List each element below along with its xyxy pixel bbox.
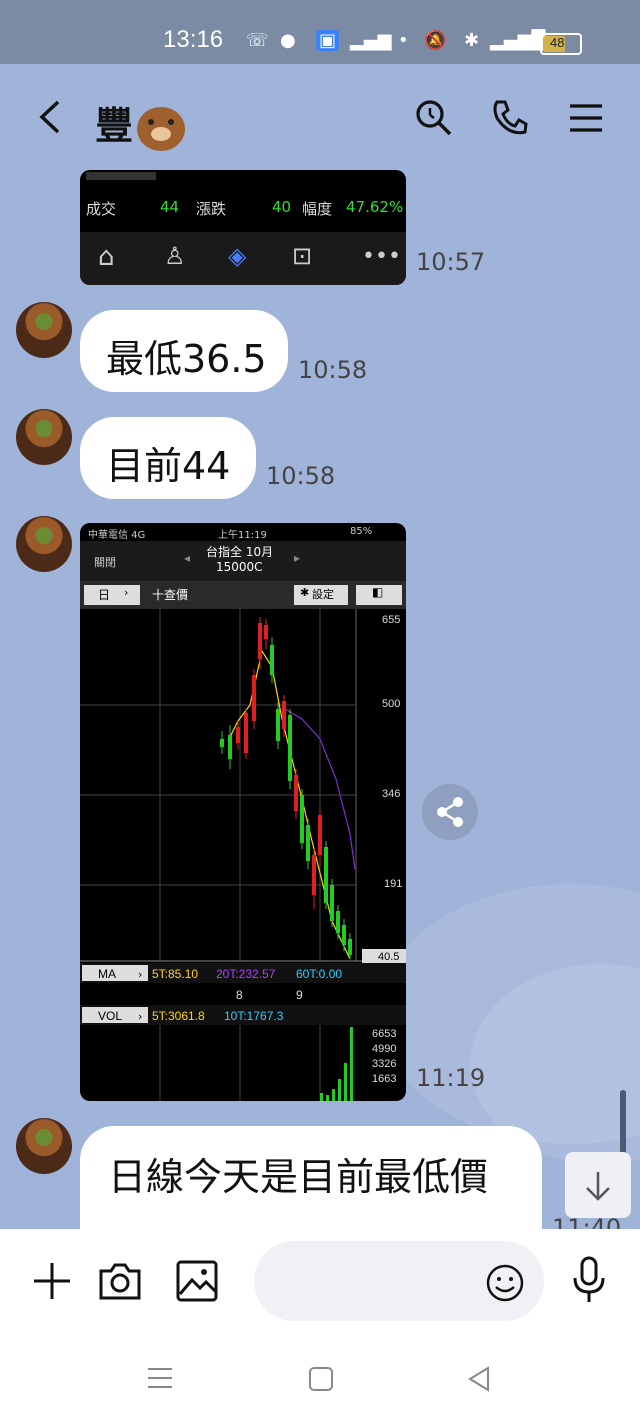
candlestick-chart: 655 500 346 191 40.5 MA › 5T:85.10 20T:2… — [80, 609, 406, 1101]
phone-time: 上午11:19 — [218, 530, 267, 541]
message-text: 目前44 — [106, 444, 231, 488]
timestamp: 10:58 — [298, 356, 368, 384]
back-nav-icon[interactable] — [466, 1366, 492, 1392]
rotate-icon: ◧ — [372, 585, 384, 599]
message-text: 最低36.5 — [106, 337, 267, 381]
scroll-down-button[interactable] — [565, 1152, 631, 1218]
image-message-chart[interactable]: 中華電信 4G 上午11:19 85% 關閉 ◂ 台指全 10月 15000C … — [80, 523, 406, 1101]
ma-label: MA — [98, 967, 116, 981]
price-tick-346: 346 — [382, 788, 400, 800]
vol5-value: 5T:3061.8 — [152, 1009, 205, 1023]
timestamp: 10:57 — [416, 248, 486, 276]
home-icon[interactable] — [308, 1366, 334, 1392]
message-bubble[interactable]: 目前44 — [80, 417, 256, 499]
android-icon: ▣ — [316, 30, 340, 51]
ma20-value: 20T:232.57 — [216, 967, 276, 981]
avatar[interactable] — [16, 1118, 72, 1174]
settings-label: 設定 — [312, 588, 334, 601]
recent-apps-icon[interactable] — [146, 1366, 174, 1390]
more-icon: ••• — [362, 244, 401, 269]
scrollbar[interactable] — [620, 1090, 626, 1155]
value-range: 47.62% — [346, 198, 404, 216]
timestamp: 11:19 — [416, 1064, 486, 1092]
day-tab: 日 — [98, 588, 111, 602]
vol-tick: 6653 — [372, 1028, 396, 1040]
status-bar: 13:16 ☏ ● ▣ ▂▄▆ • 🔕 ✱ ▂▄▆█ 48 — [0, 0, 640, 64]
x-tick: 9 — [296, 988, 303, 1002]
menu-icon[interactable] — [566, 98, 606, 138]
add-icon[interactable] — [32, 1261, 72, 1301]
settings-icon: ✱ — [300, 586, 310, 599]
image-icon[interactable] — [176, 1260, 218, 1302]
x-tick: 8 — [236, 988, 243, 1002]
ma60-value: 60T:0.00 — [296, 967, 342, 981]
missed-call-icon: ☏ — [246, 30, 269, 51]
microphone-icon[interactable] — [570, 1256, 608, 1304]
phone-carrier: 中華電信 4G — [88, 530, 146, 541]
emoji-icon[interactable] — [485, 1263, 525, 1303]
prev-icon: ◂ — [184, 551, 191, 565]
vol-tick: 4990 — [372, 1043, 396, 1055]
vol10-value: 10T:1767.3 — [224, 1009, 284, 1023]
arrow-down-icon — [586, 1172, 610, 1201]
timestamp: 10:58 — [266, 462, 336, 490]
next-icon: ▸ — [294, 551, 301, 565]
dot-icon: • — [398, 30, 409, 51]
message-text: 日線今天是目前最低價 — [108, 1155, 489, 1199]
close-button: 關閉 — [94, 556, 116, 569]
phone-battery: 85% — [350, 526, 373, 537]
battery-icon: 48 — [540, 33, 582, 55]
vol-label: VOL — [98, 1009, 122, 1023]
message-bubble[interactable]: 最低36.5 — [80, 310, 288, 392]
label-trade: 成交 — [86, 200, 117, 218]
avatar[interactable] — [16, 302, 72, 358]
query-tab: 十查價 — [152, 588, 189, 602]
tray-icon: ⊡ — [292, 242, 313, 270]
price-tick-655: 655 — [382, 614, 400, 626]
back-button[interactable] — [36, 100, 62, 134]
bluetooth-icon: ✱ — [464, 30, 480, 51]
price-tick-191: 191 — [384, 878, 402, 890]
value-trade: 44 — [160, 198, 180, 216]
wechat-icon: ● — [280, 30, 296, 51]
call-icon[interactable] — [489, 98, 529, 138]
value-change: 40 — [272, 198, 292, 216]
image-message-top[interactable]: 成交 44 漲跌 40 幅度 47.62% ⌂ ♙ ◈ ⊡ ••• — [80, 170, 406, 285]
price-tick-500: 500 — [382, 698, 400, 710]
avatar[interactable] — [16, 516, 72, 572]
instrument-name: 台指全 10月 — [206, 545, 274, 559]
search-icon[interactable] — [414, 98, 454, 138]
status-time: 13:16 — [163, 26, 224, 53]
label-range: 幅度 — [302, 200, 333, 218]
vol-tick: 1663 — [372, 1073, 396, 1085]
svg-text:›: › — [138, 968, 142, 981]
ma5-value: 5T:85.10 — [152, 967, 198, 981]
share-icon — [437, 797, 463, 827]
home-icon: ⌂ — [98, 242, 115, 272]
mute-icon: 🔕 — [424, 30, 447, 51]
svg-text:›: › — [138, 1010, 142, 1023]
contract-name: 15000C — [216, 560, 263, 574]
person-icon: ♙ — [164, 242, 186, 270]
signal-bars-icon: ▂▄▆ — [350, 30, 392, 51]
label-change: 漲跌 — [196, 200, 227, 218]
camera-icon[interactable] — [98, 1261, 142, 1301]
chat-title: 豐 — [95, 95, 186, 151]
share-button[interactable] — [422, 784, 478, 840]
cell-signal-icon: ▂▄▆█ — [490, 30, 546, 51]
chart-tab-icon: ◈ — [228, 242, 247, 270]
bear-emoji-icon — [137, 106, 186, 151]
avatar[interactable] — [16, 409, 72, 465]
last-price-label: 40.5 — [378, 951, 399, 963]
vol-tick: 3326 — [372, 1058, 396, 1070]
